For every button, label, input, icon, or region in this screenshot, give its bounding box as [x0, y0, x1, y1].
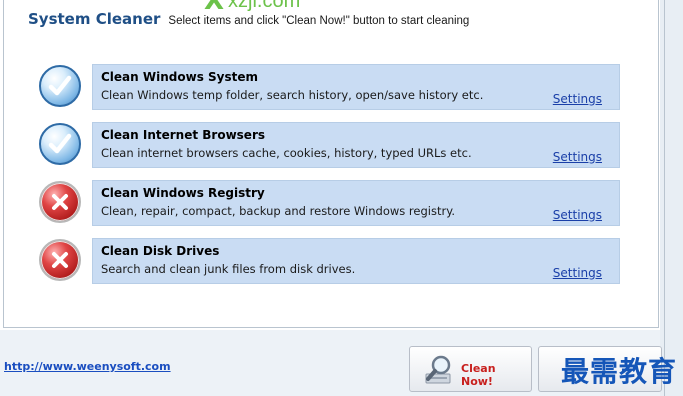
settings-link[interactable]: Settings [553, 92, 602, 106]
window-right-edge [660, 0, 683, 396]
item-description: Search and clean junk files from disk dr… [101, 262, 356, 276]
item-clean-internet-browsers[interactable]: Clean Internet Browsers Clean internet b… [92, 122, 620, 168]
magnifier-icon [425, 355, 451, 384]
item-description: Clean internet browsers cache, cookies, … [101, 146, 472, 160]
item-title: Clean Windows Registry [101, 186, 265, 200]
website-link[interactable]: http://www.weenysoft.com [4, 360, 171, 373]
item-description: Clean Windows temp folder, search histor… [101, 88, 484, 102]
item-title: Clean Disk Drives [101, 244, 220, 258]
clean-now-label: Clean Now! [461, 362, 496, 388]
watermark-bottom: 最需教育 [561, 355, 678, 388]
header: System Cleaner Select items and click "C… [28, 10, 469, 34]
item-clean-windows-registry[interactable]: Clean Windows Registry Clean, repair, co… [92, 180, 620, 226]
settings-link[interactable]: Settings [553, 208, 602, 222]
settings-link[interactable]: Settings [553, 150, 602, 164]
item-title: Clean Windows System [101, 70, 258, 84]
check-icon[interactable] [39, 123, 81, 165]
x-icon[interactable] [39, 239, 81, 281]
item-title: Clean Internet Browsers [101, 128, 266, 142]
item-description: Clean, repair, compact, backup and resto… [101, 204, 456, 218]
x-icon[interactable] [39, 181, 81, 223]
settings-link[interactable]: Settings [553, 266, 602, 280]
item-clean-windows-system[interactable]: Clean Windows System Clean Windows temp … [92, 64, 620, 110]
item-clean-disk-drives[interactable]: Clean Disk Drives Search and clean junk … [92, 238, 620, 284]
clean-now-button[interactable]: Clean Now! [409, 346, 532, 392]
check-icon[interactable] [39, 65, 81, 107]
page-subtitle: Select items and click "Clean Now!" butt… [168, 15, 470, 27]
page-title: System Cleaner [28, 10, 161, 28]
